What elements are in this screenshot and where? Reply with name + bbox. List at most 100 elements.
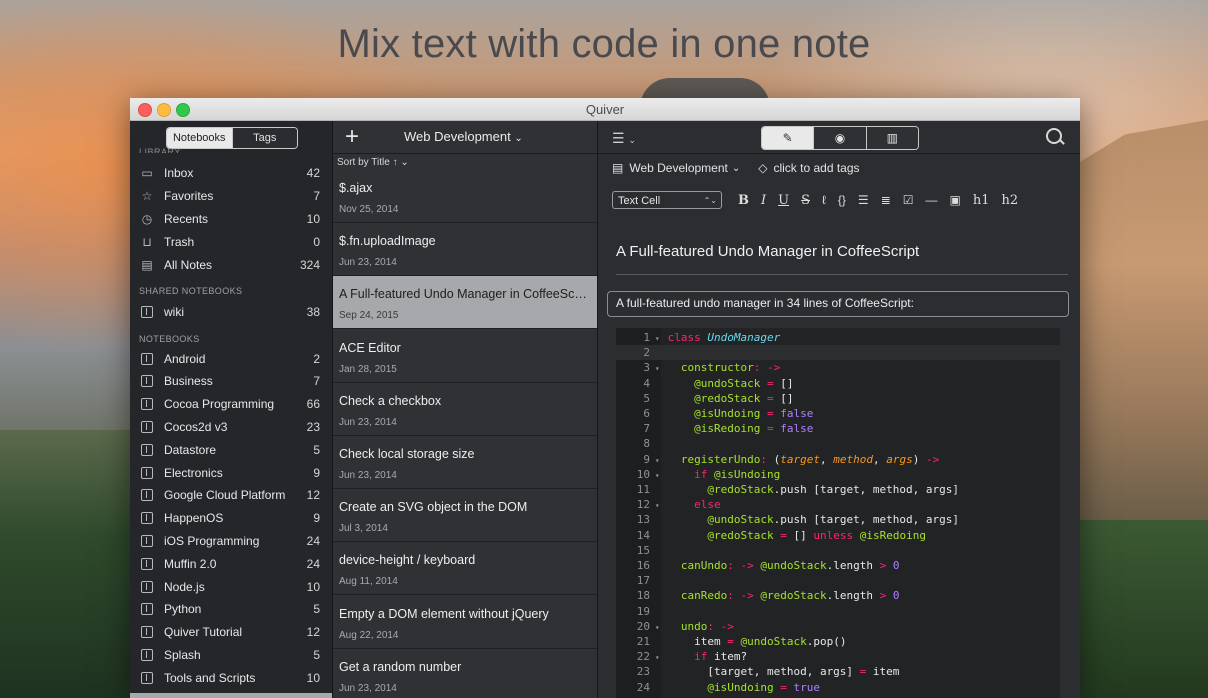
note-list-item[interactable]: ACE Editor Jan 28, 2015 <box>333 330 597 383</box>
sidebar-item-python[interactable]: Python 5 <box>130 598 332 621</box>
sidebar-item-quiver-tutorial[interactable]: Quiver Tutorial 12 <box>130 621 332 644</box>
sort-label: Sort by Title ↑ <box>337 157 398 168</box>
inbox-icon: ▭ <box>141 165 153 180</box>
preview-mode-eye-icon[interactable]: ◉ <box>813 127 866 149</box>
sidebar-item-node-js[interactable]: Node.js 10 <box>130 575 332 598</box>
note-list-item[interactable]: Check local storage size Jun 23, 2014 <box>333 436 597 489</box>
add-tags-field[interactable]: click to add tags <box>773 161 859 175</box>
sidebar-item-recents[interactable]: ◷ Recents 10 <box>130 207 332 230</box>
sidebar-item-google-cloud-platform[interactable]: Google Cloud Platform 12 <box>130 484 332 507</box>
sidebar-item-muffin-2-0[interactable]: Muffin 2.0 24 <box>130 552 332 575</box>
note-list-header: + Web Development ⌄ <box>333 121 597 154</box>
tab-notebooks[interactable]: Notebooks <box>167 128 232 148</box>
note-item-date: Aug 11, 2014 <box>339 576 398 588</box>
note-list-item[interactable]: Create an SVG object in the DOM Jul 3, 20… <box>333 489 597 543</box>
edit-mode-pencil-icon[interactable]: ✎ <box>762 127 814 149</box>
fold-arrow-icon[interactable]: ▾ <box>650 361 661 376</box>
strikethrough-button[interactable]: S <box>801 193 810 208</box>
search-icon[interactable] <box>1046 128 1062 144</box>
sidebar-item-inbox[interactable]: ▭ Inbox 42 <box>130 161 332 184</box>
fold-arrow-icon[interactable]: ▾ <box>650 468 661 483</box>
sidebar-item-cocos2d-v3[interactable]: Cocos2d v3 23 <box>130 415 332 438</box>
bullet-list-button[interactable]: ☰ <box>858 193 869 207</box>
code-line: 11 @redoStack.push [target, method, args… <box>616 482 1060 497</box>
fold-arrow-icon[interactable]: ▾ <box>650 650 661 665</box>
sidebar-item-business[interactable]: Business 7 <box>130 370 332 393</box>
note-item-title: Create an SVG object in the DOM <box>339 500 528 515</box>
new-note-button[interactable]: + <box>345 123 359 151</box>
sidebar-item-electronics[interactable]: Electronics 9 <box>130 461 332 484</box>
sort-dropdown[interactable]: Sort by Title ↑ ⌄ <box>337 157 409 168</box>
note-list-item[interactable]: device-height / keyboard Aug 11, 2014 <box>333 542 597 596</box>
sidebar-item-ios-programming[interactable]: iOS Programming 24 <box>130 529 332 552</box>
note-list-item[interactable]: Check a checkbox Jun 23, 2014 <box>333 383 597 436</box>
sidebar-item-cocoa-programming[interactable]: Cocoa Programming 66 <box>130 393 332 416</box>
editor-toolbar-top: ☰ ⌄ ✎ ◉ ▥ <box>598 121 1080 154</box>
fold-arrow-icon[interactable]: ▾ <box>650 331 661 346</box>
split-mode-icon[interactable]: ▥ <box>865 127 918 149</box>
notebook-icon <box>139 397 155 411</box>
sidebar-item-splash[interactable]: Splash 5 <box>130 643 332 666</box>
note-item-title: Get a random number <box>339 659 462 674</box>
line-number: 5 <box>643 391 650 405</box>
sidebar-item-label: Electronics <box>164 465 223 480</box>
heading2-button[interactable]: h2 <box>1002 193 1019 208</box>
heading1-button[interactable]: h1 <box>973 193 990 208</box>
note-list-item[interactable]: Empty a DOM element without jQuery Aug 22… <box>333 596 597 649</box>
cell-type-select[interactable]: Text Cell <box>612 191 722 210</box>
notebook-icon <box>139 534 155 548</box>
italic-button[interactable]: I <box>761 193 766 208</box>
bold-button[interactable]: B <box>738 193 749 208</box>
sidebar-item-label: HappenOS <box>164 511 224 526</box>
sidebar-item-wiki[interactable]: wiki 38 <box>130 300 332 323</box>
underline-button[interactable]: U <box>778 193 789 208</box>
sidebar-item-selected-partial[interactable] <box>130 693 332 698</box>
code-button[interactable]: {} <box>838 193 846 207</box>
code-text: if @isUndoing <box>694 467 781 481</box>
note-item-title: Check a checkbox <box>339 393 442 408</box>
sidebar-item-datastore[interactable]: Datastore 5 <box>130 438 332 461</box>
sidebar-item-count: 12 <box>306 625 320 640</box>
sidebar-item-android[interactable]: Android 2 <box>130 347 332 370</box>
fold-arrow-icon[interactable]: ▾ <box>650 453 661 468</box>
editor-notebook-selector[interactable]: Web Development <box>629 161 728 175</box>
sidebar-item-favorites[interactable]: ☆ Favorites 7 <box>130 184 332 207</box>
sidebar-item-tools-and-scripts[interactable]: Tools and Scripts 10 <box>130 666 332 689</box>
checklist-button[interactable]: ☑ <box>903 193 914 207</box>
title-bar[interactable]: Quiver <box>130 98 1080 121</box>
sidebar-item-trash[interactable]: ⊔ Trash 0 <box>130 230 332 253</box>
note-title[interactable]: A Full-featured Undo Manager in CoffeeSc… <box>616 243 919 260</box>
code-cell[interactable]: 1 ▾ class UndoManager 2 3 ▾ constructor: … <box>616 328 1060 698</box>
notebook-icon <box>139 625 155 639</box>
note-list-item[interactable]: Get a random number Jun 23, 2014 <box>333 649 597 698</box>
line-number: 7 <box>643 422 650 436</box>
fold-arrow-icon[interactable]: ▾ <box>650 498 661 513</box>
highlight-button[interactable]: ℓ <box>822 193 826 207</box>
note-list-item[interactable]: $.ajax Nov 25, 2014 <box>333 170 597 223</box>
horizontal-rule-button[interactable]: — <box>926 193 938 207</box>
notebook-icon <box>139 374 155 388</box>
sidebar-item-count: 2 <box>313 351 320 366</box>
tab-tags[interactable]: Tags <box>231 128 297 148</box>
notebook-icon <box>139 557 155 571</box>
numbered-list-button[interactable]: ≣ <box>881 193 891 207</box>
notebook-dropdown[interactable]: Web Development ⌄ <box>404 129 523 144</box>
note-list-item[interactable]: $.fn.uploadImage Jun 23, 2014 <box>333 223 597 277</box>
sidebar-item-happenos[interactable]: HappenOS 9 <box>130 507 332 530</box>
note-list-item[interactable]: A Full-featured Undo Manager in CoffeeSc… <box>333 276 597 330</box>
note-meta-bar: ▤ Web Development ⌄ ◇ click to add tags <box>612 161 860 175</box>
sidebar-item-label: Cocoa Programming <box>164 397 275 412</box>
code-text: @isUndoing = false <box>694 407 814 420</box>
sidebar-item-count: 66 <box>306 397 320 412</box>
background-trees-right <box>1075 520 1208 698</box>
text-cell[interactable]: A full-featured undo manager in 34 lines… <box>607 291 1069 317</box>
fold-arrow-icon[interactable]: ▾ <box>650 620 661 635</box>
sidebar-item-all-notes[interactable]: ▤ All Notes 324 <box>130 253 332 276</box>
sidebar-item-label: All Notes <box>164 257 213 272</box>
sidebar-item-label: Tools and Scripts <box>164 670 256 685</box>
sidebar-item-label: wiki <box>164 304 184 319</box>
sidebar-item-label: iOS Programming <box>164 533 260 548</box>
image-button[interactable]: ▣ <box>950 193 961 207</box>
hamburger-menu-icon[interactable]: ☰ ⌄ <box>612 130 636 147</box>
